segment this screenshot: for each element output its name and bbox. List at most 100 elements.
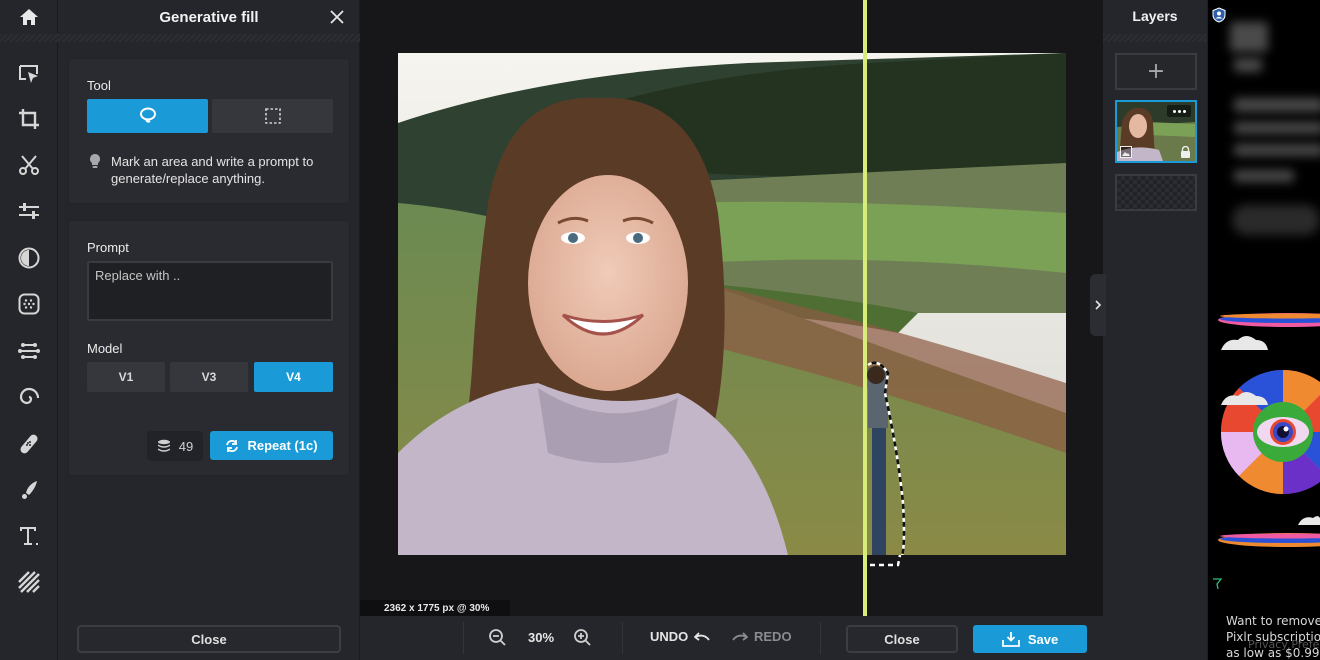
stripes-icon xyxy=(18,571,40,593)
panel-close-footer-button[interactable]: Close xyxy=(77,625,341,653)
divider xyxy=(1103,34,1207,42)
home-button[interactable] xyxy=(0,0,58,34)
credits-badge: 49 xyxy=(147,431,203,461)
download-icon xyxy=(1001,632,1020,647)
undo-icon xyxy=(694,631,711,641)
pixlr-editor: Generative fill Tool Mark an area and wr… xyxy=(0,0,1320,660)
tool-crop[interactable] xyxy=(9,101,49,137)
panel-title: Generative fill xyxy=(159,8,259,26)
lasso-tool-button[interactable] xyxy=(87,99,208,133)
divider xyxy=(820,622,821,654)
model-v1-button[interactable]: V1 xyxy=(87,362,165,392)
tool-section: Tool Mark an area and write a prompt to … xyxy=(68,58,350,204)
tool-draw[interactable] xyxy=(9,472,49,508)
close-button[interactable]: Close xyxy=(846,625,958,653)
more-icon-dot xyxy=(1182,109,1186,113)
ad-choices-icon[interactable] xyxy=(1212,578,1222,590)
crop-icon xyxy=(19,109,39,129)
zoom-in-icon xyxy=(574,629,591,646)
layers-collapse-tab[interactable] xyxy=(1090,274,1106,336)
undo-button[interactable]: UNDO xyxy=(650,629,711,644)
tool-sidebar xyxy=(0,0,58,660)
ad-line: Want to remove xyxy=(1226,614,1320,628)
layer-options-button[interactable] xyxy=(1167,105,1191,117)
ad-text: Want to remove Pixlr subscription as low… xyxy=(1226,613,1320,660)
rect-select-icon xyxy=(264,108,281,124)
tool-text[interactable] xyxy=(9,518,49,554)
bandage-icon xyxy=(20,434,38,454)
zoom-out-icon xyxy=(489,629,506,646)
prompt-label: Prompt xyxy=(87,240,129,255)
brush-icon xyxy=(22,481,37,499)
advertisement-panel[interactable]: Want to remove Pixlr subscription as low… xyxy=(1207,0,1320,660)
spiral-icon xyxy=(19,387,40,405)
home-icon xyxy=(20,9,38,25)
shield-user-icon xyxy=(1212,7,1226,23)
prompt-input[interactable] xyxy=(87,261,333,321)
divider xyxy=(622,622,623,654)
tool-label: Tool xyxy=(87,78,111,93)
selection-tail xyxy=(870,555,902,567)
lock-icon[interactable] xyxy=(1180,146,1191,158)
layer-thumbnail-photo[interactable] xyxy=(1115,100,1197,163)
zoom-in-button[interactable] xyxy=(573,628,591,650)
model-v3-button[interactable]: V3 xyxy=(170,362,248,392)
tool-heal[interactable] xyxy=(9,426,49,462)
blurred-content xyxy=(1230,22,1268,52)
zoom-out-button[interactable] xyxy=(488,628,506,650)
blurred-content xyxy=(1232,205,1320,235)
blurred-content xyxy=(1234,58,1262,72)
repeat-button[interactable]: Repeat (1c) xyxy=(210,431,333,460)
layers-panel: Layers + xyxy=(1103,0,1207,616)
ad-illustration xyxy=(1218,313,1320,547)
image-size-readout: 2362 x 1775 px @ 30% xyxy=(360,600,510,616)
panel-close-button[interactable] xyxy=(326,6,348,28)
tool-liquify[interactable] xyxy=(9,333,49,369)
add-layer-button[interactable]: + xyxy=(1115,53,1197,90)
tool-distort[interactable] xyxy=(9,379,49,415)
sliders-icon xyxy=(19,203,39,219)
contrast-icon xyxy=(18,247,40,269)
redo-label: REDO xyxy=(754,629,792,644)
lightbulb-icon xyxy=(90,154,100,168)
compare-divider-handle[interactable] xyxy=(863,0,867,660)
blurred-content xyxy=(1234,122,1320,134)
lasso-selection[interactable] xyxy=(398,53,1066,555)
tool-adjust[interactable] xyxy=(9,193,49,229)
redo-button[interactable]: REDO xyxy=(732,629,792,644)
undo-label: UNDO xyxy=(650,629,689,644)
credits-count: 49 xyxy=(178,438,194,454)
divider xyxy=(0,34,58,42)
tool-filter[interactable] xyxy=(9,240,49,276)
privacy-preferences-link[interactable]: Privacy Preferences xyxy=(1248,638,1320,651)
more-icon-dot xyxy=(1177,109,1181,113)
select-arrow-icon xyxy=(19,65,38,83)
divider xyxy=(463,622,464,654)
chevron-right-icon xyxy=(1095,300,1102,310)
model-v4-button[interactable]: V4 xyxy=(254,362,333,392)
tool-cutout[interactable] xyxy=(9,147,49,183)
close-icon xyxy=(330,10,344,24)
layer-thumbnail-transparent[interactable] xyxy=(1115,174,1197,211)
save-button[interactable]: Save xyxy=(973,625,1087,653)
rectangle-tool-button[interactable] xyxy=(212,99,333,133)
repeat-label: Repeat (1c) xyxy=(247,438,318,453)
image-layer-icon xyxy=(1120,146,1132,158)
bottom-bar: 30% UNDO REDO Close Save xyxy=(360,616,1208,660)
prompt-section: Prompt Model V1 V3 V4 49 Repeat (1c) xyxy=(68,220,350,476)
scissors-icon xyxy=(19,155,39,175)
lasso-icon xyxy=(139,107,156,123)
zoom-level[interactable]: 30% xyxy=(528,630,554,645)
redo-icon xyxy=(732,631,748,641)
nodes-icon xyxy=(18,343,40,359)
photo-canvas[interactable] xyxy=(398,53,1066,555)
tool-effect[interactable] xyxy=(9,286,49,322)
coins-icon xyxy=(157,439,170,452)
layers-title: Layers xyxy=(1132,8,1178,24)
tool-arrange[interactable] xyxy=(9,56,49,92)
panel-header: Generative fill xyxy=(58,0,360,34)
more-icon-dot xyxy=(1172,109,1176,113)
tool-pattern[interactable] xyxy=(9,564,49,600)
blurred-content xyxy=(1234,144,1320,156)
save-label: Save xyxy=(1027,631,1059,647)
